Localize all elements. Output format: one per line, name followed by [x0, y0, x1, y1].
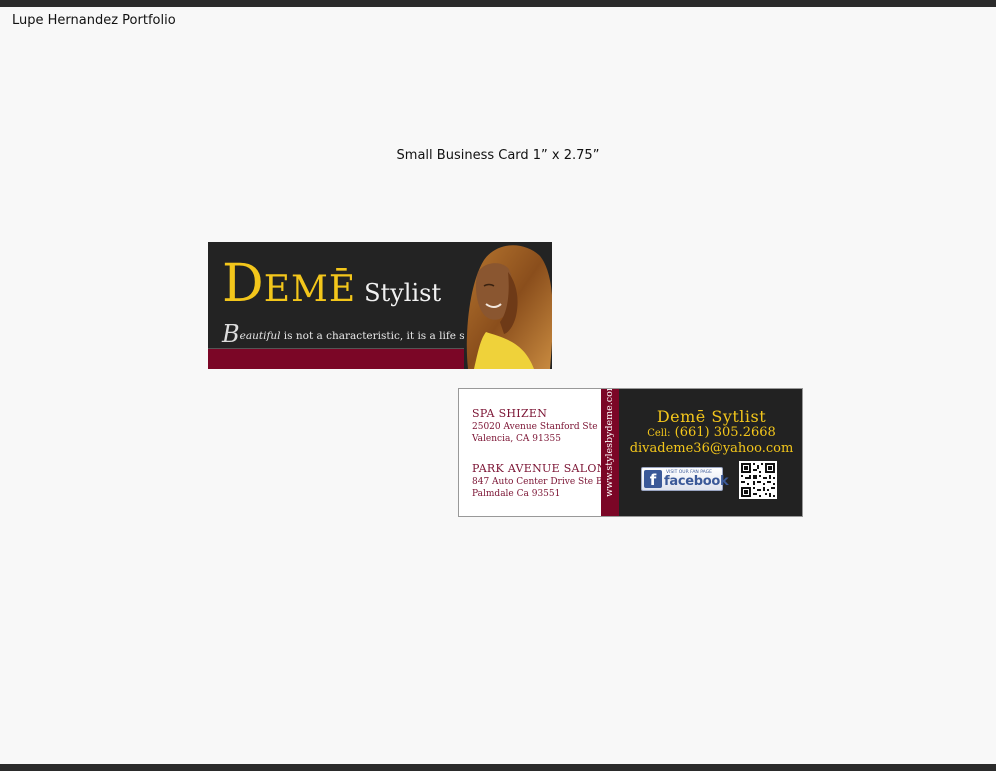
- brand-rest: EMĒ: [263, 269, 357, 310]
- brand-initial: D: [222, 254, 264, 314]
- business-card-front[interactable]: DEMĒ Stylist Beautiful is not a character…: [208, 242, 552, 369]
- location-address-line2: Valencia, CA 91355: [472, 434, 561, 444]
- model-photo: [464, 242, 552, 369]
- contact-cell: Cell: (661) 305.2668: [619, 425, 802, 440]
- tagline-initial: B: [222, 320, 240, 348]
- top-bar: [0, 0, 996, 7]
- cell-label: Cell:: [647, 428, 671, 439]
- brand-logo: DEMĒ Stylist: [222, 254, 441, 320]
- contact-panel: Demē Sytlist Cell: (661) 305.2668 divade…: [619, 389, 802, 516]
- contact-name: Demē Sytlist: [656, 407, 767, 426]
- website-band: www.stylesbydeme.com: [601, 388, 619, 516]
- location-address-line1: 847 Auto Center Drive Ste B: [472, 477, 603, 487]
- tagline-first-word: eautiful: [239, 330, 281, 342]
- bottom-bar: [0, 764, 996, 771]
- site-title[interactable]: Lupe Hernandez Portfolio: [12, 13, 176, 28]
- location-address-line2: Palmdale Ca 93551: [472, 489, 561, 499]
- location-name: SPA SHIZEN: [472, 407, 548, 420]
- location-name: PARK AVENUE SALON: [472, 462, 607, 475]
- location-park-avenue-salon: PARK AVENUE SALON 847 Auto Center Drive …: [472, 462, 607, 500]
- cell-number: (661) 305.2668: [674, 425, 776, 440]
- location-spa-shizen: SPA SHIZEN 25020 Avenue Stanford Ste 190…: [472, 407, 618, 445]
- qr-code-icon: [739, 461, 777, 499]
- facebook-icon: f: [644, 470, 662, 489]
- facebook-badge: f VISIT OUR FAN PAGE facebook: [641, 467, 729, 491]
- location-address-line1: 25020 Avenue Stanford Ste 190: [472, 422, 618, 432]
- facebook-wordmark: facebook: [664, 474, 729, 489]
- business-card-back[interactable]: SPA SHIZEN 25020 Avenue Stanford Ste 190…: [458, 388, 803, 517]
- tagline: Beautiful is not a characteristic, it is…: [222, 320, 488, 348]
- image-caption: Small Business Card 1” x 2.75”: [396, 148, 600, 163]
- contact-email: divademe36@yahoo.com: [629, 441, 794, 456]
- tagline-text: is not a characteristic, it is a life st…: [280, 330, 488, 342]
- website-text: www.stylesbydeme.com: [604, 388, 615, 497]
- brand-stylist: Stylist: [364, 279, 442, 307]
